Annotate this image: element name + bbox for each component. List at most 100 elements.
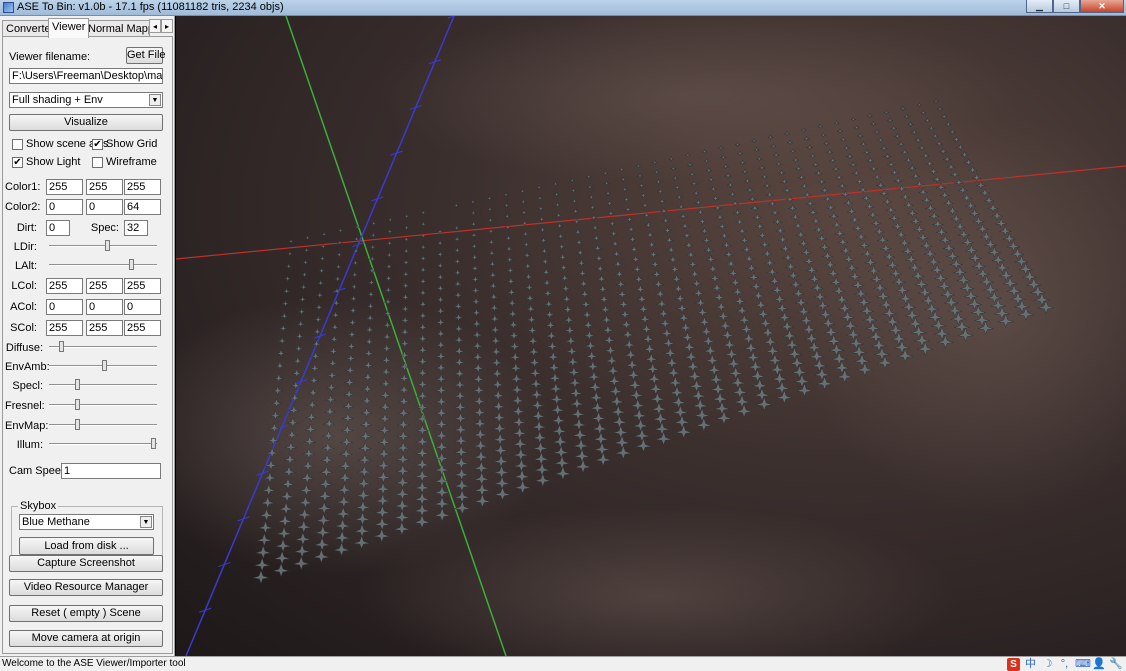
slider-thumb[interactable] — [151, 438, 156, 449]
ship-model-instance — [698, 316, 711, 328]
maximize-button[interactable]: □ — [1053, 0, 1080, 13]
dirt-field[interactable]: 0 — [46, 220, 70, 236]
ship-model-instance — [574, 228, 582, 236]
cam-speed-field[interactable]: 1 — [61, 463, 161, 479]
sogou-icon[interactable]: S — [1007, 658, 1020, 671]
3d-viewport[interactable] — [176, 16, 1126, 656]
punctuation-icon[interactable]: °, — [1058, 658, 1071, 671]
ship-model-instance — [573, 438, 589, 453]
capture-screenshot-button[interactable]: Capture Screenshot — [9, 555, 163, 572]
wireframe-checkbox[interactable] — [92, 157, 103, 168]
show-grid-checkbox[interactable]: ✔ — [92, 139, 103, 150]
ship-model-instance — [587, 370, 601, 383]
ship-model-instance — [783, 186, 791, 195]
get-file-button[interactable]: Get File — [126, 47, 166, 64]
ship-model-instance — [621, 186, 628, 193]
tab-normal-mapping[interactable]: Normal Mapping — [84, 20, 150, 37]
specl-slider[interactable] — [49, 379, 157, 391]
skybox-select[interactable]: Blue Methane ▼ — [19, 514, 154, 530]
lalt-slider[interactable] — [49, 259, 157, 271]
wrench-icon[interactable]: 🔧 — [1109, 658, 1123, 671]
slider-thumb[interactable] — [129, 259, 134, 270]
envmap-slider[interactable] — [49, 419, 157, 431]
ship-model-instance — [300, 283, 308, 291]
ship-model-instance — [552, 180, 559, 187]
diffuse-slider[interactable] — [49, 341, 157, 353]
color2-b-field[interactable]: 64 — [124, 199, 161, 215]
color2-label: Color2: — [5, 201, 41, 213]
show-scene-axis-checkbox[interactable] — [12, 139, 23, 150]
ship-model-instance — [566, 345, 578, 357]
ship-model-instance — [729, 277, 741, 288]
ship-model-instance — [506, 266, 515, 275]
ship-model-instance — [756, 308, 770, 320]
lcol-r-field[interactable]: 255 — [46, 278, 83, 294]
moon-icon[interactable]: ☽ — [1041, 658, 1054, 671]
ship-model-instance — [657, 308, 670, 319]
tab-viewer[interactable]: Viewer — [48, 18, 90, 38]
illum-slider[interactable] — [49, 438, 157, 450]
shading-mode-select[interactable]: Full shading + Env ▼ — [9, 92, 163, 108]
viewer-filename-field[interactable]: F:\Users\Freeman\Desktop\max\ionian — [9, 68, 163, 84]
ship-model-instance — [556, 222, 564, 230]
color2-r-field[interactable]: 0 — [46, 199, 83, 215]
slider-thumb[interactable] — [59, 341, 64, 352]
show-light-checkbox[interactable]: ✔ — [12, 157, 23, 168]
ship-model-instance — [647, 372, 662, 385]
fresnel-slider[interactable] — [49, 399, 157, 411]
ship-model-instance — [694, 198, 703, 207]
ship-model-instance — [575, 238, 583, 247]
ship-model-instance — [418, 288, 428, 297]
ship-model-instance — [536, 184, 542, 191]
user-icon[interactable]: 👤 — [1092, 658, 1106, 671]
ship-model-instance — [734, 295, 746, 307]
lcol-label: LCol: — [11, 280, 37, 292]
skybox-group-label: Skybox — [18, 500, 59, 512]
color1-r-field[interactable]: 255 — [46, 179, 83, 195]
ldir-slider[interactable] — [49, 240, 157, 252]
slider-thumb[interactable] — [75, 399, 80, 410]
ship-model-instance — [317, 279, 325, 287]
visualize-button[interactable]: Visualize — [9, 114, 163, 131]
ship-model-instance — [555, 211, 562, 219]
ship-model-instance — [788, 203, 797, 213]
scol-r-field[interactable]: 255 — [46, 320, 83, 336]
scol-g-field[interactable]: 255 — [86, 320, 123, 336]
ship-model-instance — [370, 232, 377, 239]
slider-thumb[interactable] — [102, 360, 107, 371]
acol-b-field[interactable]: 0 — [124, 299, 161, 315]
acol-r-field[interactable]: 0 — [46, 299, 83, 315]
reset-scene-button[interactable]: Reset ( empty ) Scene — [9, 605, 163, 622]
ship-model-instance — [505, 255, 514, 264]
ship-model-instance — [746, 186, 754, 194]
keyboard-icon[interactable]: ⌨ — [1075, 658, 1091, 671]
move-camera-origin-button[interactable]: Move camera at origin — [9, 630, 163, 647]
lcol-b-field[interactable]: 255 — [124, 278, 161, 294]
chinese-mode-icon[interactable]: 中 — [1024, 658, 1037, 671]
ship-model-instance — [367, 290, 375, 299]
load-skybox-button[interactable]: Load from disk ... — [19, 537, 154, 555]
ship-model-instance — [572, 427, 588, 442]
color1-b-field[interactable]: 255 — [124, 179, 161, 195]
minimize-button[interactable]: ▁ — [1026, 0, 1053, 13]
ship-model-instance — [285, 262, 292, 270]
lcol-g-field[interactable]: 255 — [86, 278, 123, 294]
color1-g-field[interactable]: 255 — [86, 179, 123, 195]
slider-thumb[interactable] — [105, 240, 110, 251]
video-resource-manager-button[interactable]: Video Resource Manager — [9, 579, 163, 596]
ship-model-instance — [675, 424, 692, 439]
envamb-slider[interactable] — [49, 360, 157, 372]
tab-scroll-right-button[interactable]: ▸ — [161, 19, 173, 33]
spec-field[interactable]: 32 — [124, 220, 148, 236]
slider-thumb[interactable] — [75, 419, 80, 430]
tab-scroll-left-button[interactable]: ◂ — [149, 19, 161, 33]
scene-canvas[interactable] — [176, 16, 1126, 656]
close-button[interactable]: ✕ — [1080, 0, 1124, 13]
acol-g-field[interactable]: 0 — [86, 299, 123, 315]
ship-model-instance — [419, 266, 427, 274]
color2-g-field[interactable]: 0 — [86, 199, 123, 215]
ship-model-instance — [695, 417, 712, 432]
ship-model-instance — [613, 424, 629, 439]
slider-thumb[interactable] — [75, 379, 80, 390]
scol-b-field[interactable]: 255 — [124, 320, 161, 336]
